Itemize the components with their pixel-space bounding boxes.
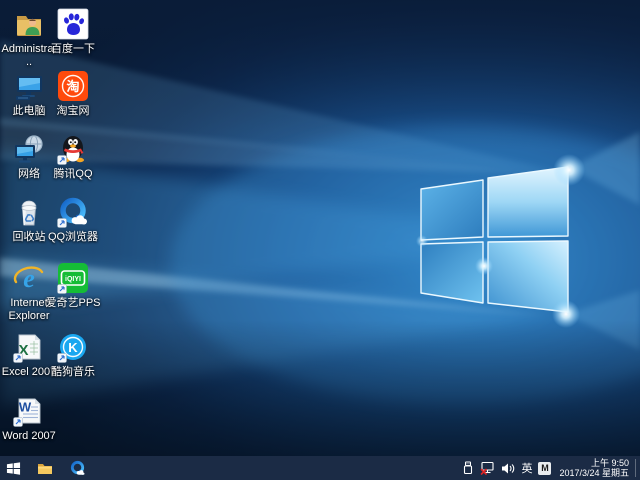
icon-label: 百度一下 [45,43,101,56]
safely-remove-hardware-icon[interactable] [459,456,477,480]
internet-explorer-icon: e [13,262,45,294]
icon-label: Word 2007 [1,430,57,443]
desktop-icon-qq-browser[interactable]: QQ浏览器 [45,196,101,244]
network-disconnected-icon[interactable] [477,456,498,480]
desktop-icon-tencent-qq[interactable]: 腾讯QQ [45,133,101,181]
desktop-icon-iqiyi-pps[interactable]: iQIYI 爱奇艺PPS [45,262,101,310]
qq-browser-icon [69,460,86,477]
icon-label: QQ浏览器 [45,231,101,244]
clock-date: 2017/3/24 星期五 [559,468,629,478]
qq-browser-icon [57,196,89,228]
excel-icon: X [13,331,45,363]
icon-label: 酷狗音乐 [45,366,101,379]
show-desktop-button[interactable] [636,456,640,480]
windows-logo-icon [6,461,21,476]
volume-icon[interactable] [498,456,518,480]
svg-text:W: W [19,400,32,415]
desktop-icon-word-2007[interactable]: W Word 2007 [1,395,57,443]
word-icon: W [13,395,45,427]
windows-desktop: Administra... 此电脑 [0,0,640,480]
shortcut-arrow-overlay [13,417,23,427]
iqiyi-icon: iQIYI [57,262,89,294]
network-globe-icon [13,133,45,165]
desktop-icon-baidu[interactable]: 百度一下 [45,8,101,56]
icon-label: 爱奇艺PPS [45,297,101,310]
desktop-icon-taobao[interactable]: 淘 淘宝网 [45,70,101,118]
svg-text:iQIYI: iQIYI [65,276,81,283]
shortcut-arrow-overlay [57,284,67,294]
qq-browser-taskbar-button[interactable] [64,456,90,480]
desktop-icon-kugou-music[interactable]: K 酷狗音乐 [45,331,101,379]
shortcut-arrow-overlay [57,155,67,165]
folder-icon [37,460,53,476]
ime-mode-icon[interactable]: M [538,462,551,475]
shortcut-arrow-overlay [57,218,67,228]
icon-label: 淘宝网 [45,105,101,118]
kugou-icon: K [57,331,89,363]
folder-user-icon [13,8,45,40]
shortcut-arrow-overlay [13,353,23,363]
taskbar: 英 M 上午 9:50 2017/3/24 星期五 [0,456,640,480]
computer-icon [13,70,45,102]
taskbar-clock[interactable]: 上午 9:50 2017/3/24 星期五 [554,458,635,478]
shortcut-arrow-overlay [57,353,67,363]
recycle-bin-icon [13,196,45,228]
system-tray: 英 M 上午 9:50 2017/3/24 星期五 [459,456,640,480]
file-explorer-button[interactable] [32,456,58,480]
baidu-paw-icon [57,8,89,40]
svg-text:K: K [68,340,78,355]
taobao-icon: 淘 [57,70,89,102]
clock-time: 上午 9:50 [559,458,629,468]
start-button[interactable] [0,456,26,480]
ime-language-indicator[interactable]: 英 [518,460,535,476]
qq-penguin-icon [57,133,89,165]
icon-label: 腾讯QQ [45,168,101,181]
svg-text:淘: 淘 [66,79,79,94]
